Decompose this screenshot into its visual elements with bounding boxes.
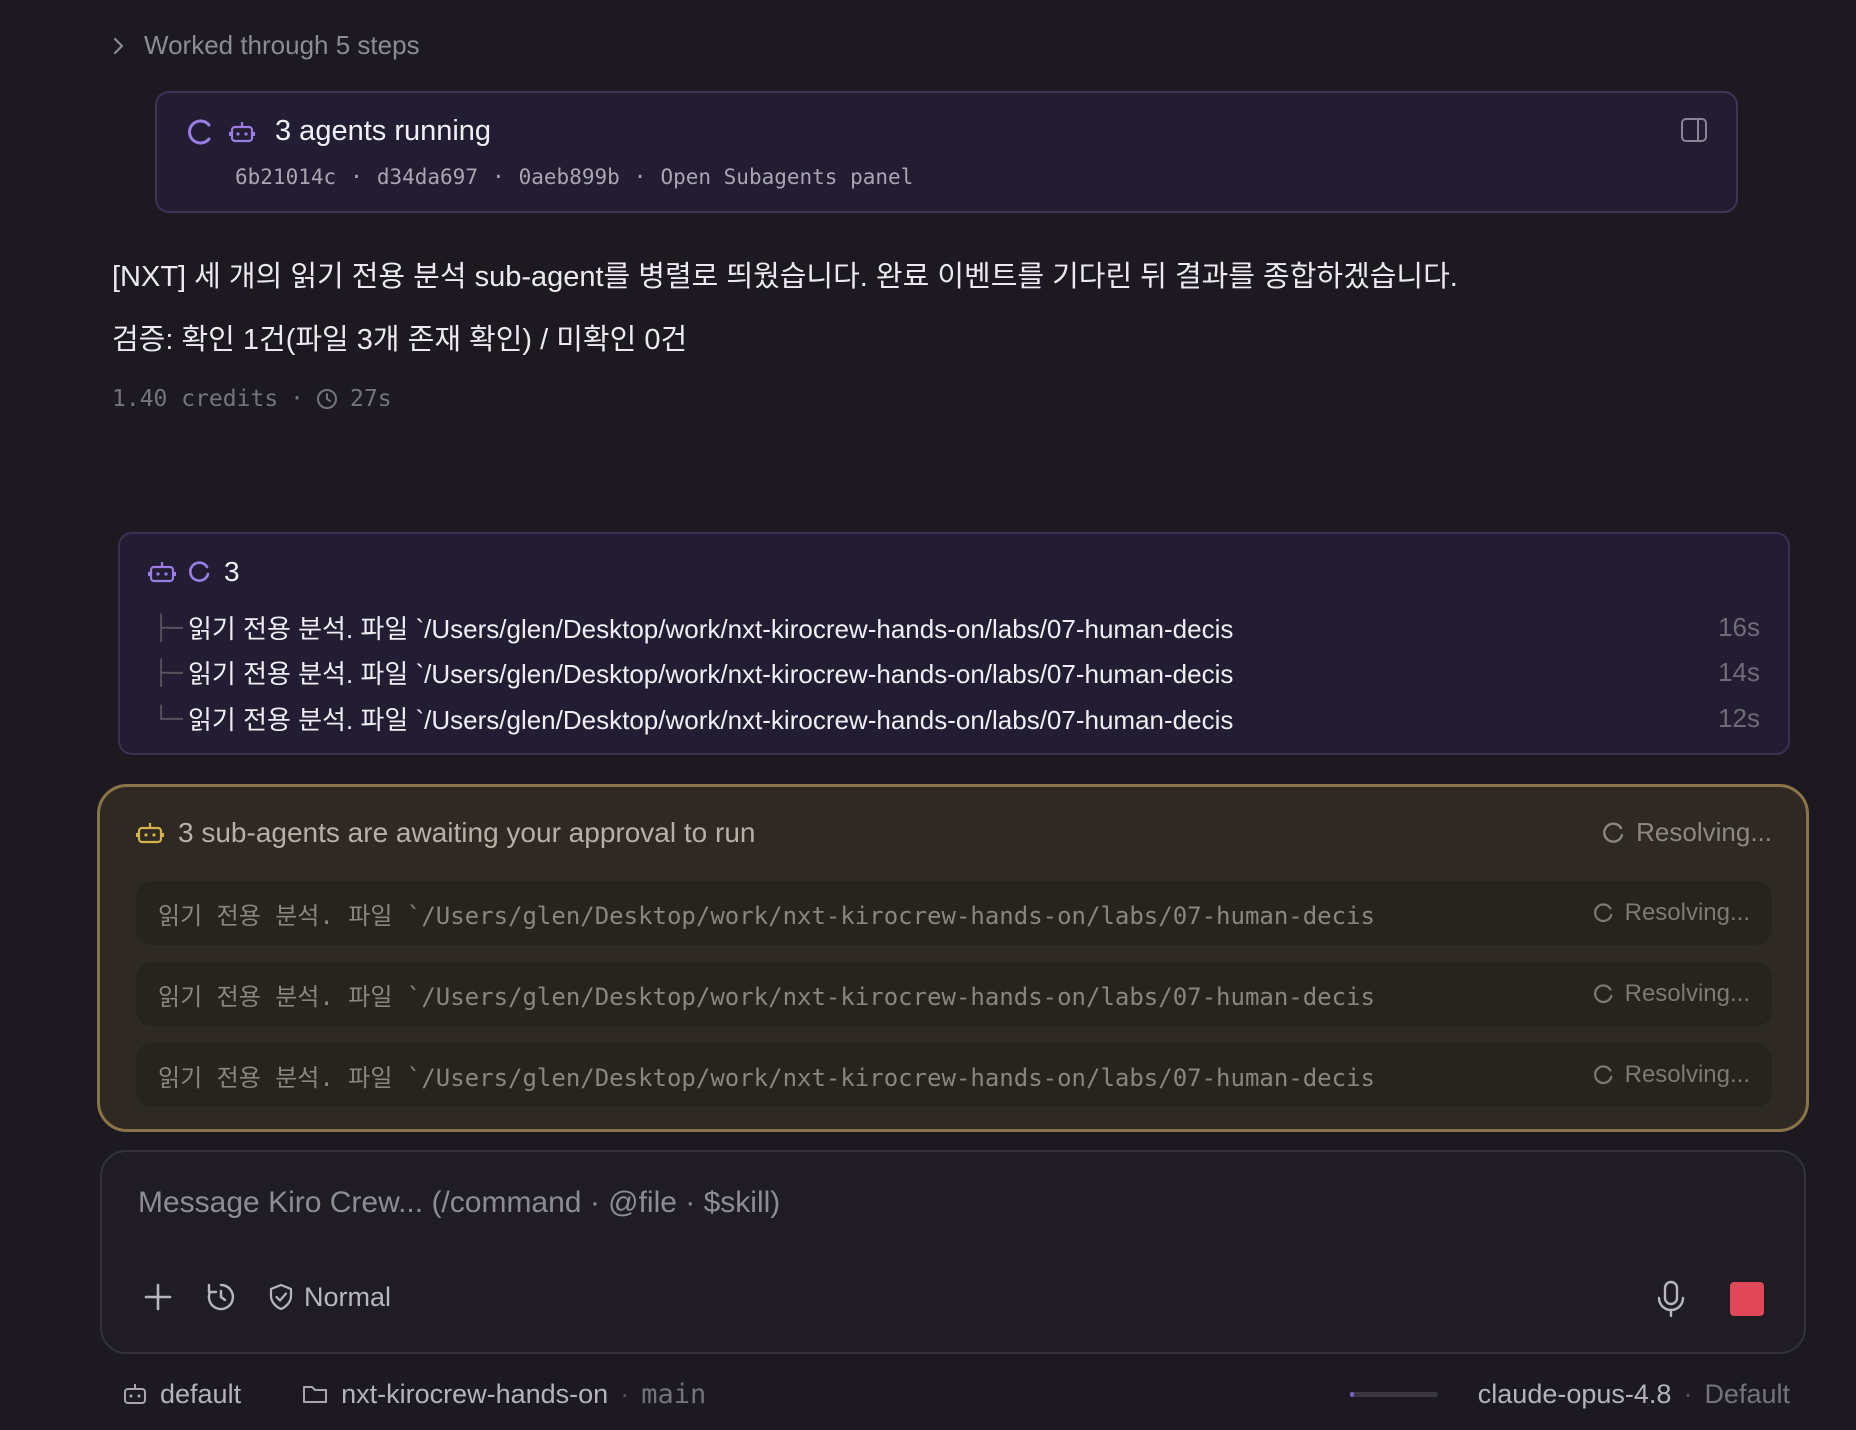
spinner-icon — [1593, 1064, 1615, 1086]
robot-icon — [136, 820, 164, 846]
profile-selector[interactable]: Default — [1704, 1379, 1790, 1410]
subagent-elapsed: 14s — [1718, 657, 1760, 687]
approval-item-status: Resolving... — [1593, 899, 1750, 927]
folder-selector[interactable]: nxt-kirocrew-hands-on — [301, 1379, 608, 1410]
tree-connector: ├─ — [154, 613, 183, 642]
status-bar: default nxt-kirocrew-hands-on · main cla… — [122, 1376, 1790, 1412]
separator: · — [350, 165, 363, 189]
approval-card: 3 sub-agents are awaiting your approval … — [97, 784, 1809, 1132]
steps-toggle[interactable]: Worked through 5 steps — [112, 30, 420, 61]
tree-connector: └─ — [154, 704, 183, 733]
agent-id[interactable]: 6b21014c — [235, 165, 336, 189]
agents-running-title: 3 agents running — [275, 115, 492, 147]
approval-item[interactable]: 읽기 전용 분석. 파일 `/Users/glen/Desktop/work/n… — [136, 881, 1772, 945]
context-usage-fill — [1349, 1391, 1355, 1397]
microphone-icon[interactable] — [1656, 1280, 1686, 1318]
context-usage-bar — [1349, 1391, 1438, 1397]
separator: · — [491, 165, 505, 189]
spinner-icon — [188, 560, 212, 584]
approval-item-status: Resolving... — [1593, 1061, 1750, 1089]
separator: · — [290, 386, 305, 412]
approval-title: 3 sub-agents are awaiting your approval … — [178, 817, 756, 848]
mode-selector[interactable]: Normal — [268, 1282, 391, 1313]
shield-check-icon — [268, 1283, 294, 1311]
tree-connector: ├─ — [154, 658, 183, 687]
approval-item[interactable]: 읽기 전용 분석. 파일 `/Users/glen/Desktop/work/n… — [136, 1043, 1772, 1107]
subagent-elapsed: 12s — [1718, 703, 1760, 733]
agent-id[interactable]: 0aeb899b — [519, 165, 620, 189]
message-meta: 1.40 credits · 27s — [112, 386, 392, 412]
subagent-count: 3 — [224, 556, 240, 587]
agent-selector[interactable]: default — [122, 1379, 241, 1410]
approval-item-status-label: Resolving... — [1624, 980, 1750, 1007]
spinner-icon — [1593, 902, 1615, 924]
spinner-icon — [185, 117, 215, 147]
credits-label: 1.40 credits — [112, 386, 279, 412]
steps-label: Worked through 5 steps — [144, 30, 420, 60]
model-selector[interactable]: claude-opus-4.8 — [1478, 1379, 1672, 1410]
chevron-right-icon — [112, 36, 126, 56]
separator: · — [633, 165, 647, 189]
mode-label: Normal — [304, 1281, 392, 1312]
subagent-task: 읽기 전용 분석. 파일 `/Users/glen/Desktop/work/n… — [188, 614, 1234, 644]
subagent-task: 읽기 전용 분석. 파일 `/Users/glen/Desktop/work/n… — [188, 705, 1234, 735]
clock-icon — [316, 388, 338, 410]
subagent-row[interactable]: ├─ 읽기 전용 분석. 파일 `/Users/glen/Desktop/wor… — [154, 609, 1760, 646]
agent-name: default — [160, 1378, 242, 1409]
approval-item-task: 읽기 전용 분석. 파일 `/Users/glen/Desktop/work/n… — [158, 901, 1375, 930]
message-composer[interactable]: Message Kiro Crew... (/command · @file ·… — [100, 1150, 1806, 1354]
stop-button[interactable] — [1730, 1282, 1764, 1316]
side-panel-icon[interactable] — [1680, 117, 1708, 143]
subagent-task: 읽기 전용 분석. 파일 `/Users/glen/Desktop/work/n… — [188, 659, 1234, 689]
approval-item-status-label: Resolving... — [1624, 899, 1750, 926]
robot-icon — [148, 559, 176, 585]
message-input[interactable]: Message Kiro Crew... (/command · @file ·… — [138, 1186, 780, 1220]
separator: · — [1683, 1378, 1693, 1409]
approval-item-task: 읽기 전용 분석. 파일 `/Users/glen/Desktop/work/n… — [158, 982, 1375, 1011]
approval-item-status-label: Resolving... — [1624, 1061, 1750, 1088]
separator: · — [620, 1378, 630, 1409]
subagent-row[interactable]: ├─ 읽기 전용 분석. 파일 `/Users/glen/Desktop/wor… — [154, 654, 1760, 691]
spinner-icon — [1602, 821, 1626, 845]
robot-icon — [229, 120, 255, 144]
agents-running-card: 3 agents running 6b21014c · d34da697 · 0… — [155, 91, 1738, 213]
approval-item-status: Resolving... — [1593, 980, 1750, 1008]
add-attachment-button[interactable] — [142, 1281, 174, 1313]
robot-icon — [122, 1382, 148, 1406]
verification-line: 검증: 확인 1건(파일 3개 존재 확인) / 미확인 0건 — [112, 324, 688, 356]
folder-name: nxt-kirocrew-hands-on — [341, 1378, 609, 1409]
approval-item-task: 읽기 전용 분석. 파일 `/Users/glen/Desktop/work/n… — [158, 1063, 1375, 1092]
folder-icon — [301, 1382, 329, 1406]
spinner-icon — [1593, 983, 1615, 1005]
branch-name[interactable]: main — [641, 1379, 706, 1410]
approval-status-label: Resolving... — [1636, 817, 1772, 847]
open-subagents-panel-link[interactable]: Open Subagents panel — [660, 165, 913, 189]
duration-label: 27s — [350, 386, 392, 412]
subagent-elapsed: 16s — [1718, 612, 1760, 642]
approval-status: Resolving... — [1602, 817, 1772, 848]
subagent-row[interactable]: └─ 읽기 전용 분석. 파일 `/Users/glen/Desktop/wor… — [154, 700, 1760, 737]
approval-item[interactable]: 읽기 전용 분석. 파일 `/Users/glen/Desktop/work/n… — [136, 962, 1772, 1026]
history-icon[interactable] — [204, 1280, 238, 1314]
subagents-card: 3 ├─ 읽기 전용 분석. 파일 `/Users/glen/Desktop/w… — [118, 532, 1790, 755]
agent-id[interactable]: d34da697 — [377, 165, 478, 189]
assistant-message-line: [NXT] 세 개의 읽기 전용 분석 sub-agent를 병렬로 띄웠습니다… — [112, 261, 1458, 293]
